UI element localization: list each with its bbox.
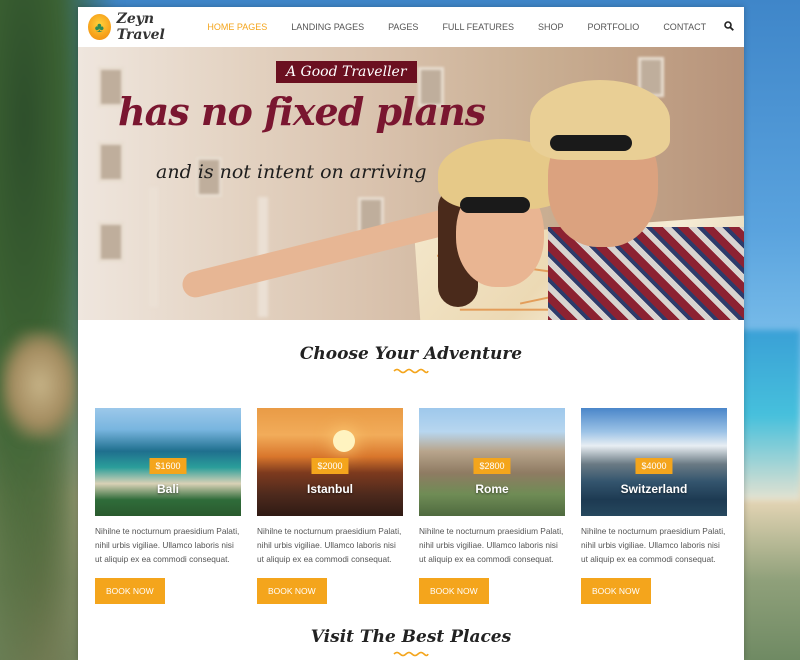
destination-image[interactable]: $1600 Bali [95, 408, 241, 516]
card-description: Nihilne te nocturnum praesidium Palati, … [95, 526, 240, 564]
book-now-button[interactable]: BOOK NOW [581, 578, 651, 604]
price-badge: $4000 [635, 458, 673, 474]
sunglasses [550, 135, 632, 151]
city-name: Rome [475, 482, 509, 496]
section-title: Visit The Best Places [310, 627, 512, 647]
hero-badge: A Good Traveller [276, 61, 417, 83]
site-header: ♣ Zeyn Travel HOME PAGES LANDING PAGES P… [78, 7, 744, 47]
price-badge: $2000 [311, 458, 349, 474]
destination-card: $4000 Switzerland Nihilne te nocturnum p… [581, 408, 727, 604]
card-description: Nihilne te nocturnum praesidium Palati, … [419, 526, 564, 564]
brand-name: Zeyn Travel [116, 11, 165, 43]
nav-item-contact[interactable]: CONTACT [651, 22, 718, 32]
nav-item-landing-pages[interactable]: LANDING PAGES [279, 22, 376, 32]
search-icon[interactable] [718, 20, 734, 34]
city-name: Istanbul [306, 482, 353, 496]
destination-image[interactable]: $2000 Istanbul [257, 408, 403, 516]
nav-item-portfolio[interactable]: PORTFOLIO [575, 22, 651, 32]
price-badge: $1600 [149, 458, 187, 474]
nav-item-shop[interactable]: SHOP [526, 22, 576, 32]
nav-item-full-features[interactable]: FULL FEATURES [430, 22, 526, 32]
site-page: ♣ Zeyn Travel HOME PAGES LANDING PAGES P… [78, 7, 744, 660]
card-description: Nihilne te nocturnum praesidium Palati, … [257, 526, 402, 564]
hero-title: has no fixed plans [118, 89, 486, 134]
logo[interactable]: ♣ Zeyn Travel [88, 11, 195, 43]
city-name: Bali [156, 482, 179, 496]
nav-item-pages[interactable]: PAGES [376, 22, 430, 32]
adventure-section-heading: Choose Your Adventure [78, 344, 744, 374]
hero-banner: A Good Traveller has no fixed plans and … [78, 47, 744, 320]
squiggle-divider-icon [393, 651, 429, 657]
book-now-button[interactable]: BOOK NOW [419, 578, 489, 604]
main-nav: HOME PAGES LANDING PAGES PAGES FULL FEAT… [195, 22, 718, 32]
squiggle-divider-icon [393, 368, 429, 374]
price-badge: $2800 [473, 458, 511, 474]
building-window [98, 142, 124, 182]
logo-palm-icon: ♣ [88, 14, 111, 40]
building-column [148, 187, 158, 307]
card-description: Nihilne te nocturnum praesidium Palati, … [581, 526, 726, 564]
background-hut-blur [0, 330, 80, 440]
nav-item-home-pages[interactable]: HOME PAGES [195, 22, 279, 32]
destination-image[interactable]: $4000 Switzerland [581, 408, 727, 516]
destination-image[interactable]: $2800 Rome [419, 408, 565, 516]
destination-cards: $1600 Bali Nihilne te nocturnum praesidi… [95, 408, 727, 604]
section-title: Choose Your Adventure [299, 344, 523, 364]
sun-shape [333, 430, 355, 452]
places-section-heading: Visit The Best Places [78, 627, 744, 657]
book-now-button[interactable]: BOOK NOW [95, 578, 165, 604]
destination-card: $2000 Istanbul Nihilne te nocturnum prae… [257, 408, 403, 604]
destination-card: $1600 Bali Nihilne te nocturnum praesidi… [95, 408, 241, 604]
sunglasses [460, 197, 530, 213]
destination-card: $2800 Rome Nihilne te nocturnum praesidi… [419, 408, 565, 604]
book-now-button[interactable]: BOOK NOW [257, 578, 327, 604]
city-name: Switzerland [620, 482, 688, 496]
building-window [98, 222, 124, 262]
hero-subtitle: and is not intent on arriving [156, 161, 427, 183]
